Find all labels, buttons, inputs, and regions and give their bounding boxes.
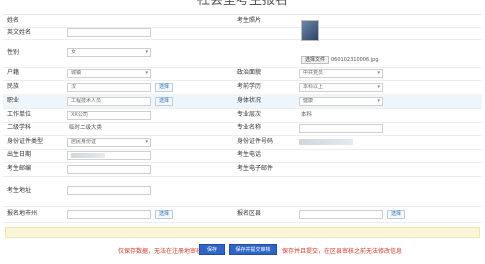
english-name-input[interactable] (67, 28, 151, 37)
form-row-subject: 二级学科 临时二级大类 专业名称 (3, 122, 482, 136)
reg-district-select-button[interactable]: 选择 (387, 210, 406, 219)
gender-label: 性别 (7, 49, 20, 56)
form-row-nation: 民族 汉 选择 考前学历 本科以上 ▾ (3, 80, 482, 95)
second-subject-value: 临时二级大类 (69, 125, 103, 131)
save-hint: 仅保存数据，无法在注册地审核 (118, 248, 203, 255)
id-type-label: 身份证件类型 (7, 138, 44, 145)
major-name-label: 专业名称 (237, 124, 262, 131)
form-row-hukou: 户籍 城镇 ▾ 政治面貌 中共党员 ▾ (3, 67, 482, 81)
phone-label: 考生电话 (237, 151, 262, 158)
gender-value: 女 (71, 49, 77, 55)
health-select[interactable]: 健康 ▾ (299, 97, 383, 106)
health-label: 身体状况 (237, 97, 262, 104)
reg-city-select-button[interactable]: 选择 (155, 210, 174, 219)
save-submit-button[interactable]: 保存并提交审核 (229, 244, 277, 255)
form-row-region: 报名地市州 选择 报名区县 选择 (3, 206, 482, 223)
nation-label: 民族 (7, 83, 20, 90)
political-value: 中共党员 (303, 70, 324, 76)
hukou-value: 城镇 (71, 70, 82, 76)
chevron-down-icon: ▾ (145, 139, 148, 145)
form-row-postcode: 考生邮编 考生电子邮件 (3, 162, 482, 177)
political-select[interactable]: 中共党员 ▾ (299, 69, 383, 78)
registration-page: 社会型考生报名 姓名 考生照片 英文姓名 性别 女 ▾ 户籍 城镇 ▾ 政治面貌 中… (0, 0, 485, 264)
gender-select[interactable]: 女 ▾ (67, 48, 151, 57)
chevron-down-icon: ▾ (377, 70, 380, 76)
form-row-workplace: 工作单位 XX公司 专业层次 本科 (3, 108, 482, 123)
hukou-select[interactable]: 城镇 ▾ (67, 69, 151, 78)
reg-city-label: 报名地市州 (7, 210, 38, 217)
reg-district-label: 报名区县 (237, 210, 262, 217)
photo-label: 考生照片 (237, 17, 262, 24)
education-value: 本科以上 (303, 84, 324, 90)
major-name-input[interactable] (299, 124, 383, 133)
occupation-input[interactable]: 工程技术人员 (67, 97, 151, 106)
education-label: 考前学历 (237, 83, 262, 90)
nation-input[interactable]: 汉 (67, 83, 151, 92)
birth-date-label: 出生日期 (7, 151, 32, 158)
form-row-gender: 性别 女 ▾ (3, 39, 482, 68)
form-row-occupation: 职业 工程技术人员 选择 身体状况 健康 ▾ (3, 94, 482, 109)
major-level-value: 本科 (301, 112, 313, 118)
occupation-label: 职业 (7, 97, 20, 104)
notice-banner (5, 227, 480, 238)
submit-hint: 保存并且提交，在区县审核之前无法修改信息 (282, 248, 403, 255)
major-level-label: 专业层次 (237, 111, 262, 118)
registration-form: 姓名 考生照片 英文姓名 性别 女 ▾ 户籍 城镇 ▾ 政治面貌 中共党员 ▾ 民族 … (3, 14, 482, 223)
political-label: 政治面貌 (237, 69, 262, 76)
form-row-birth: 出生日期 考生电话 (3, 149, 482, 163)
photo-filename: 060102310006.jpg (331, 57, 379, 63)
chevron-down-icon: ▾ (377, 84, 380, 90)
save-button[interactable]: 保存 (199, 244, 225, 255)
second-subject-label: 二级学科 (7, 124, 32, 131)
birth-date-input[interactable] (67, 151, 151, 160)
choose-file-button[interactable]: 选择文件 (301, 56, 330, 64)
reg-district-input[interactable] (299, 210, 383, 219)
health-value: 健康 (303, 98, 314, 104)
workplace-label: 工作单位 (7, 111, 32, 118)
english-name-label: 英文姓名 (7, 29, 32, 36)
education-select[interactable]: 本科以上 ▾ (299, 83, 383, 92)
postcode-label: 考生邮编 (7, 165, 32, 172)
birth-date-redacted (71, 153, 105, 158)
email-label: 考生电子邮件 (237, 165, 274, 172)
id-number-redacted (299, 139, 353, 145)
hukou-label: 户籍 (7, 69, 20, 76)
id-type-select[interactable]: 居民身份证 ▾ (67, 138, 151, 147)
id-type-value: 居民身份证 (71, 139, 97, 145)
occupation-select-button[interactable]: 选择 (155, 97, 174, 106)
page-title: 社会型考生报名 (196, 0, 288, 8)
workplace-input[interactable]: XX公司 (67, 111, 151, 120)
address-label: 考生地址 (7, 187, 32, 194)
address-input[interactable] (67, 186, 151, 195)
form-row-address: 考生地址 (3, 176, 482, 207)
photo-preview (301, 20, 319, 41)
reg-city-input[interactable] (67, 210, 151, 219)
name-label: 姓名 (7, 17, 20, 24)
postcode-input[interactable] (67, 165, 151, 174)
chevron-down-icon: ▾ (145, 70, 148, 76)
chevron-down-icon: ▾ (145, 49, 148, 55)
nation-select-button[interactable]: 选择 (155, 83, 174, 92)
id-number-label: 身份证件号码 (237, 138, 274, 145)
form-row-id: 身份证件类型 居民身份证 ▾ 身份证件号码 (3, 135, 482, 150)
chevron-down-icon: ▾ (377, 98, 380, 104)
